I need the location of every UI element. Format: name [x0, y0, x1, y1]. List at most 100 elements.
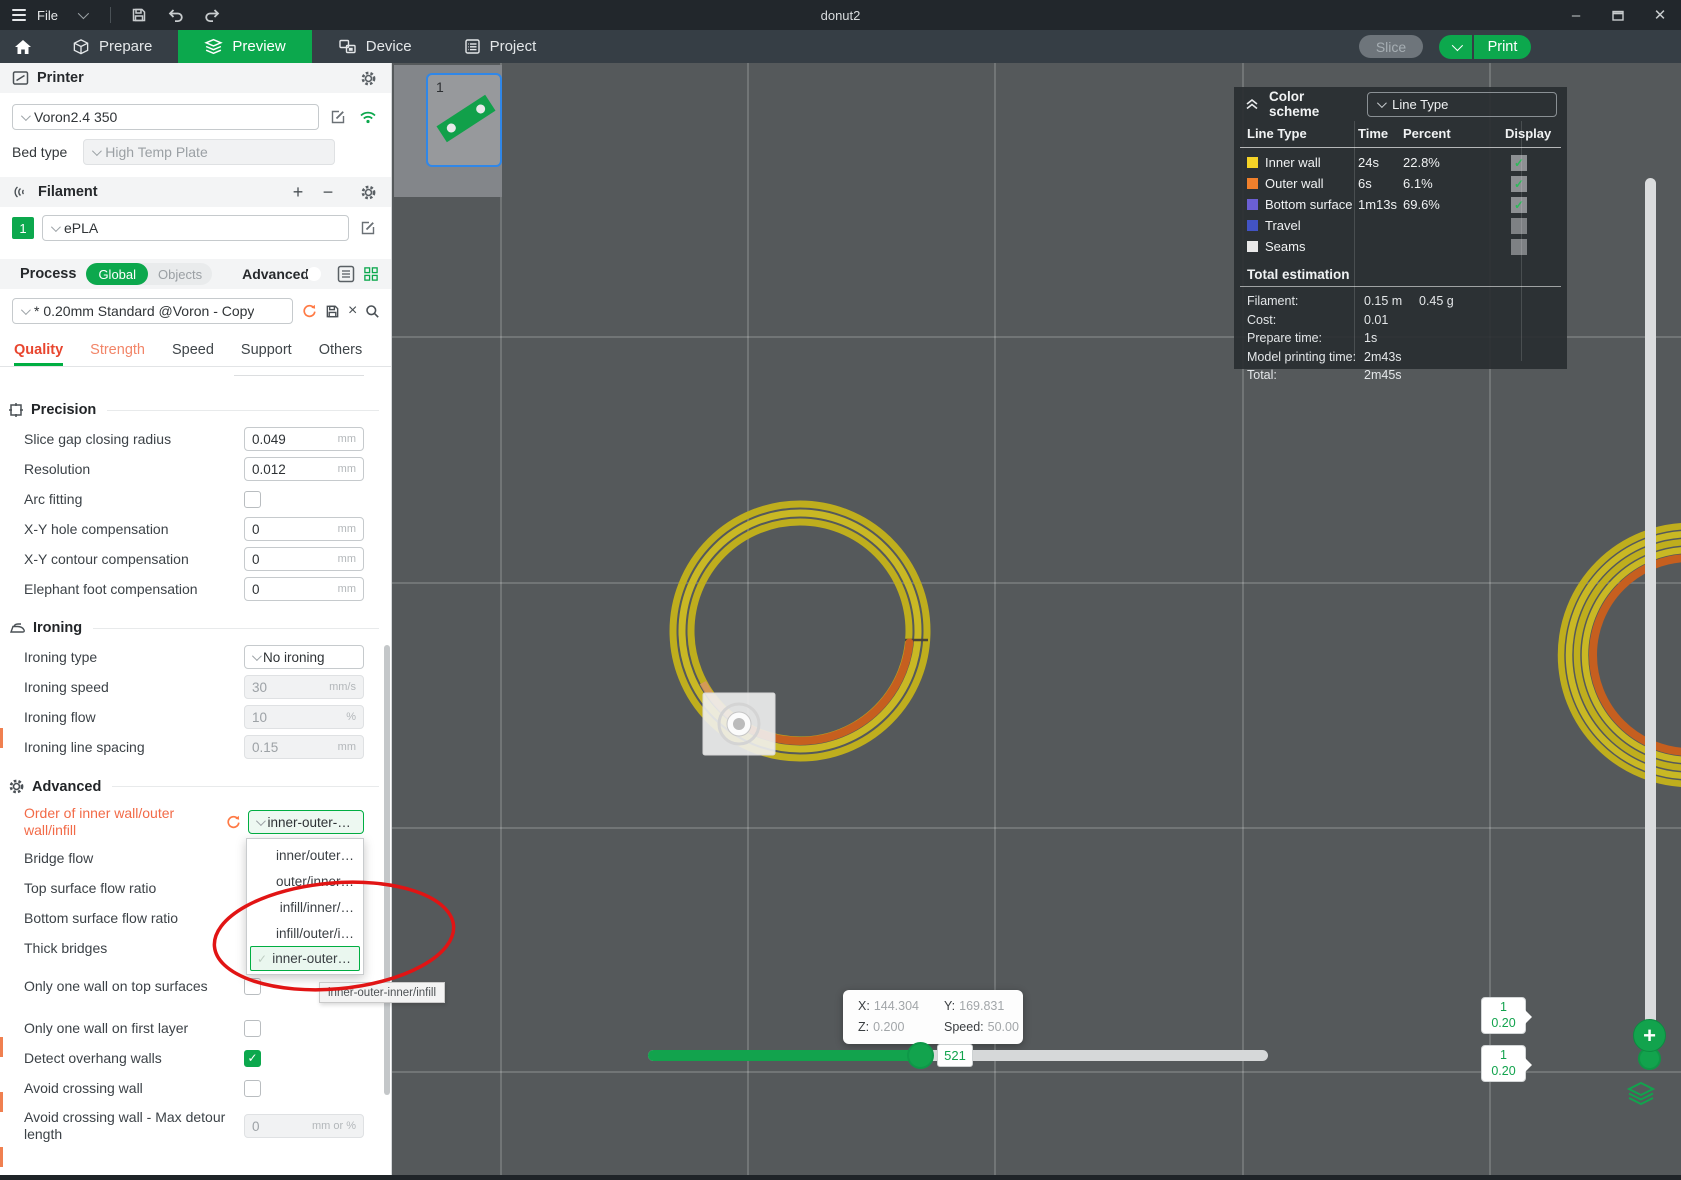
wall-order-select[interactable]: inner-outer-… [248, 810, 364, 834]
color-scheme-panel: Color scheme Line Type Line TypeTimePerc… [1234, 87, 1567, 369]
printer-section-header: Printer [0, 63, 391, 93]
legend-table-header: Line TypeTimePercentDisplay [1234, 121, 1567, 145]
move-slider-track[interactable]: 521 [648, 1050, 1268, 1061]
tab-preview[interactable]: Preview [178, 30, 311, 63]
divider [234, 375, 364, 376]
setting-row: Arc fitting [0, 484, 391, 514]
wall-order-setting-row: Order of inner wall/outer wall/infill in… [0, 801, 391, 843]
print-button[interactable]: Print [1474, 35, 1531, 59]
display-toggle-checkbox[interactable] [1511, 218, 1527, 234]
print-dropdown-button[interactable] [1439, 35, 1472, 59]
setting-row: Avoid crossing wall [0, 1073, 391, 1103]
file-menu[interactable]: File [37, 8, 58, 23]
printer-preset-select[interactable]: Voron2.4 350 [12, 104, 319, 130]
setting-row: X-Y hole compensation0mm [0, 514, 391, 544]
dropdown-option[interactable]: inner/outer… [247, 842, 363, 868]
tab-device[interactable]: Device [312, 30, 438, 63]
save-icon[interactable] [126, 2, 152, 28]
reset-setting-icon[interactable] [222, 811, 243, 833]
xy-contour-input[interactable]: 0mm [244, 547, 364, 571]
move-slider-handle[interactable] [907, 1042, 934, 1069]
resolution-input[interactable]: 0.012mm [244, 457, 364, 481]
minimize-button[interactable]: – [1555, 0, 1597, 30]
filament-preset-select[interactable]: ePLA [42, 215, 349, 241]
display-toggle-checkbox[interactable] [1511, 239, 1527, 255]
precision-icon [8, 402, 24, 418]
estimation-row: Cost:0.01 [1234, 311, 1567, 330]
tab-others[interactable]: Others [319, 342, 363, 366]
save-preset-icon[interactable] [325, 300, 340, 322]
plate-thumbnail[interactable]: 1 [426, 73, 502, 167]
search-setting-icon[interactable] [365, 300, 380, 322]
move-slider-fill [648, 1050, 920, 1061]
bed-type-select[interactable]: High Temp Plate [83, 139, 335, 165]
collapse-panel-icon[interactable] [1244, 98, 1260, 111]
only-one-wall-top-checkbox[interactable] [244, 978, 261, 995]
add-filament-button[interactable]: + [287, 181, 309, 203]
filament-settings-gear-icon[interactable] [357, 181, 379, 203]
display-toggle-checkbox[interactable]: ✓ [1511, 155, 1527, 171]
setting-row: Ironing speed30mm/s [0, 672, 391, 702]
scope-global-button[interactable]: Global [86, 263, 148, 285]
dropdown-option[interactable]: infill/inner/… [247, 894, 363, 920]
ironing-type-select[interactable]: No ironing [244, 645, 364, 669]
toolhead-marker [703, 693, 775, 755]
xy-hole-input[interactable]: 0mm [244, 517, 364, 541]
detect-overhang-walls-checkbox[interactable]: ✓ [244, 1050, 261, 1067]
close-button[interactable]: ✕ [1639, 0, 1681, 30]
printer-settings-gear-icon[interactable] [357, 67, 379, 89]
slice-button[interactable]: Slice [1359, 35, 1423, 58]
objects-tree-icon[interactable] [363, 263, 379, 285]
tab-speed[interactable]: Speed [172, 342, 214, 366]
max-detour-length-input: 0mm or % [244, 1114, 364, 1138]
edit-filament-icon[interactable] [357, 217, 379, 239]
layers-view-icon[interactable] [1626, 1081, 1656, 1112]
color-scheme-select[interactable]: Line Type [1367, 92, 1557, 117]
move-slider-value-badge: 521 [937, 1044, 973, 1067]
chevron-down-icon[interactable] [69, 2, 95, 28]
maximize-button[interactable] [1597, 0, 1639, 30]
advanced-mode-label: Advanced [242, 266, 309, 282]
home-button[interactable] [0, 30, 46, 63]
filament-slot-badge[interactable]: 1 [12, 217, 34, 239]
dropdown-option[interactable]: infill/outer/i… [247, 920, 363, 946]
edit-printer-icon[interactable] [327, 106, 349, 128]
remove-filament-button[interactable]: − [317, 181, 339, 203]
tab-support[interactable]: Support [241, 342, 292, 366]
dropdown-option-selected[interactable]: ✓inner-outer… [250, 946, 360, 971]
scope-objects-button[interactable]: Objects [148, 267, 212, 282]
avoid-crossing-wall-checkbox[interactable] [244, 1080, 261, 1097]
modified-marker [0, 728, 3, 748]
legend-row: Bottom surface 1m13s69.6% ✓ [1234, 194, 1567, 215]
layer-slider-track[interactable] [1645, 178, 1656, 1050]
dropdown-option[interactable]: outer/inner… [247, 868, 363, 894]
divider [110, 7, 111, 23]
display-toggle-checkbox[interactable]: ✓ [1511, 176, 1527, 192]
tab-project[interactable]: Project [438, 30, 563, 63]
setting-row: Avoid crossing wall - Max detour length0… [0, 1103, 391, 1149]
process-preset-select[interactable]: * 0.20mm Standard @Voron - Copy [12, 298, 293, 324]
total-estimation-title: Total estimation [1234, 257, 1567, 286]
chevron-down-icon [256, 816, 266, 826]
delete-preset-icon[interactable]: × [348, 300, 357, 322]
tab-strength[interactable]: Strength [90, 342, 145, 366]
process-section-header: Process Global Objects Advanced [0, 259, 391, 289]
slice-gap-input[interactable]: 0.049mm [244, 427, 364, 451]
reset-preset-icon[interactable] [301, 300, 317, 322]
only-one-wall-first-layer-checkbox[interactable] [244, 1020, 261, 1037]
redo-icon[interactable] [200, 2, 226, 28]
elephant-foot-input[interactable]: 0mm [244, 577, 364, 601]
undo-icon[interactable] [163, 2, 189, 28]
arc-fitting-checkbox[interactable] [244, 491, 261, 508]
tab-quality[interactable]: Quality [14, 342, 63, 366]
tab-prepare[interactable]: Prepare [46, 30, 178, 63]
ironing-section-header: Ironing [8, 620, 379, 636]
wifi-connection-icon[interactable] [357, 106, 379, 128]
parameter-table-icon[interactable] [337, 263, 355, 285]
sidebar-scrollbar[interactable] [384, 645, 390, 1095]
hamburger-menu-icon[interactable] [12, 9, 26, 21]
chevron-down-icon [51, 222, 61, 232]
layer-slider-upper-handle[interactable]: + [1633, 1019, 1666, 1052]
3d-viewport[interactable]: 1 Color scheme Line Type Line TypeTimePe… [392, 63, 1681, 1180]
display-toggle-checkbox[interactable]: ✓ [1511, 197, 1527, 213]
